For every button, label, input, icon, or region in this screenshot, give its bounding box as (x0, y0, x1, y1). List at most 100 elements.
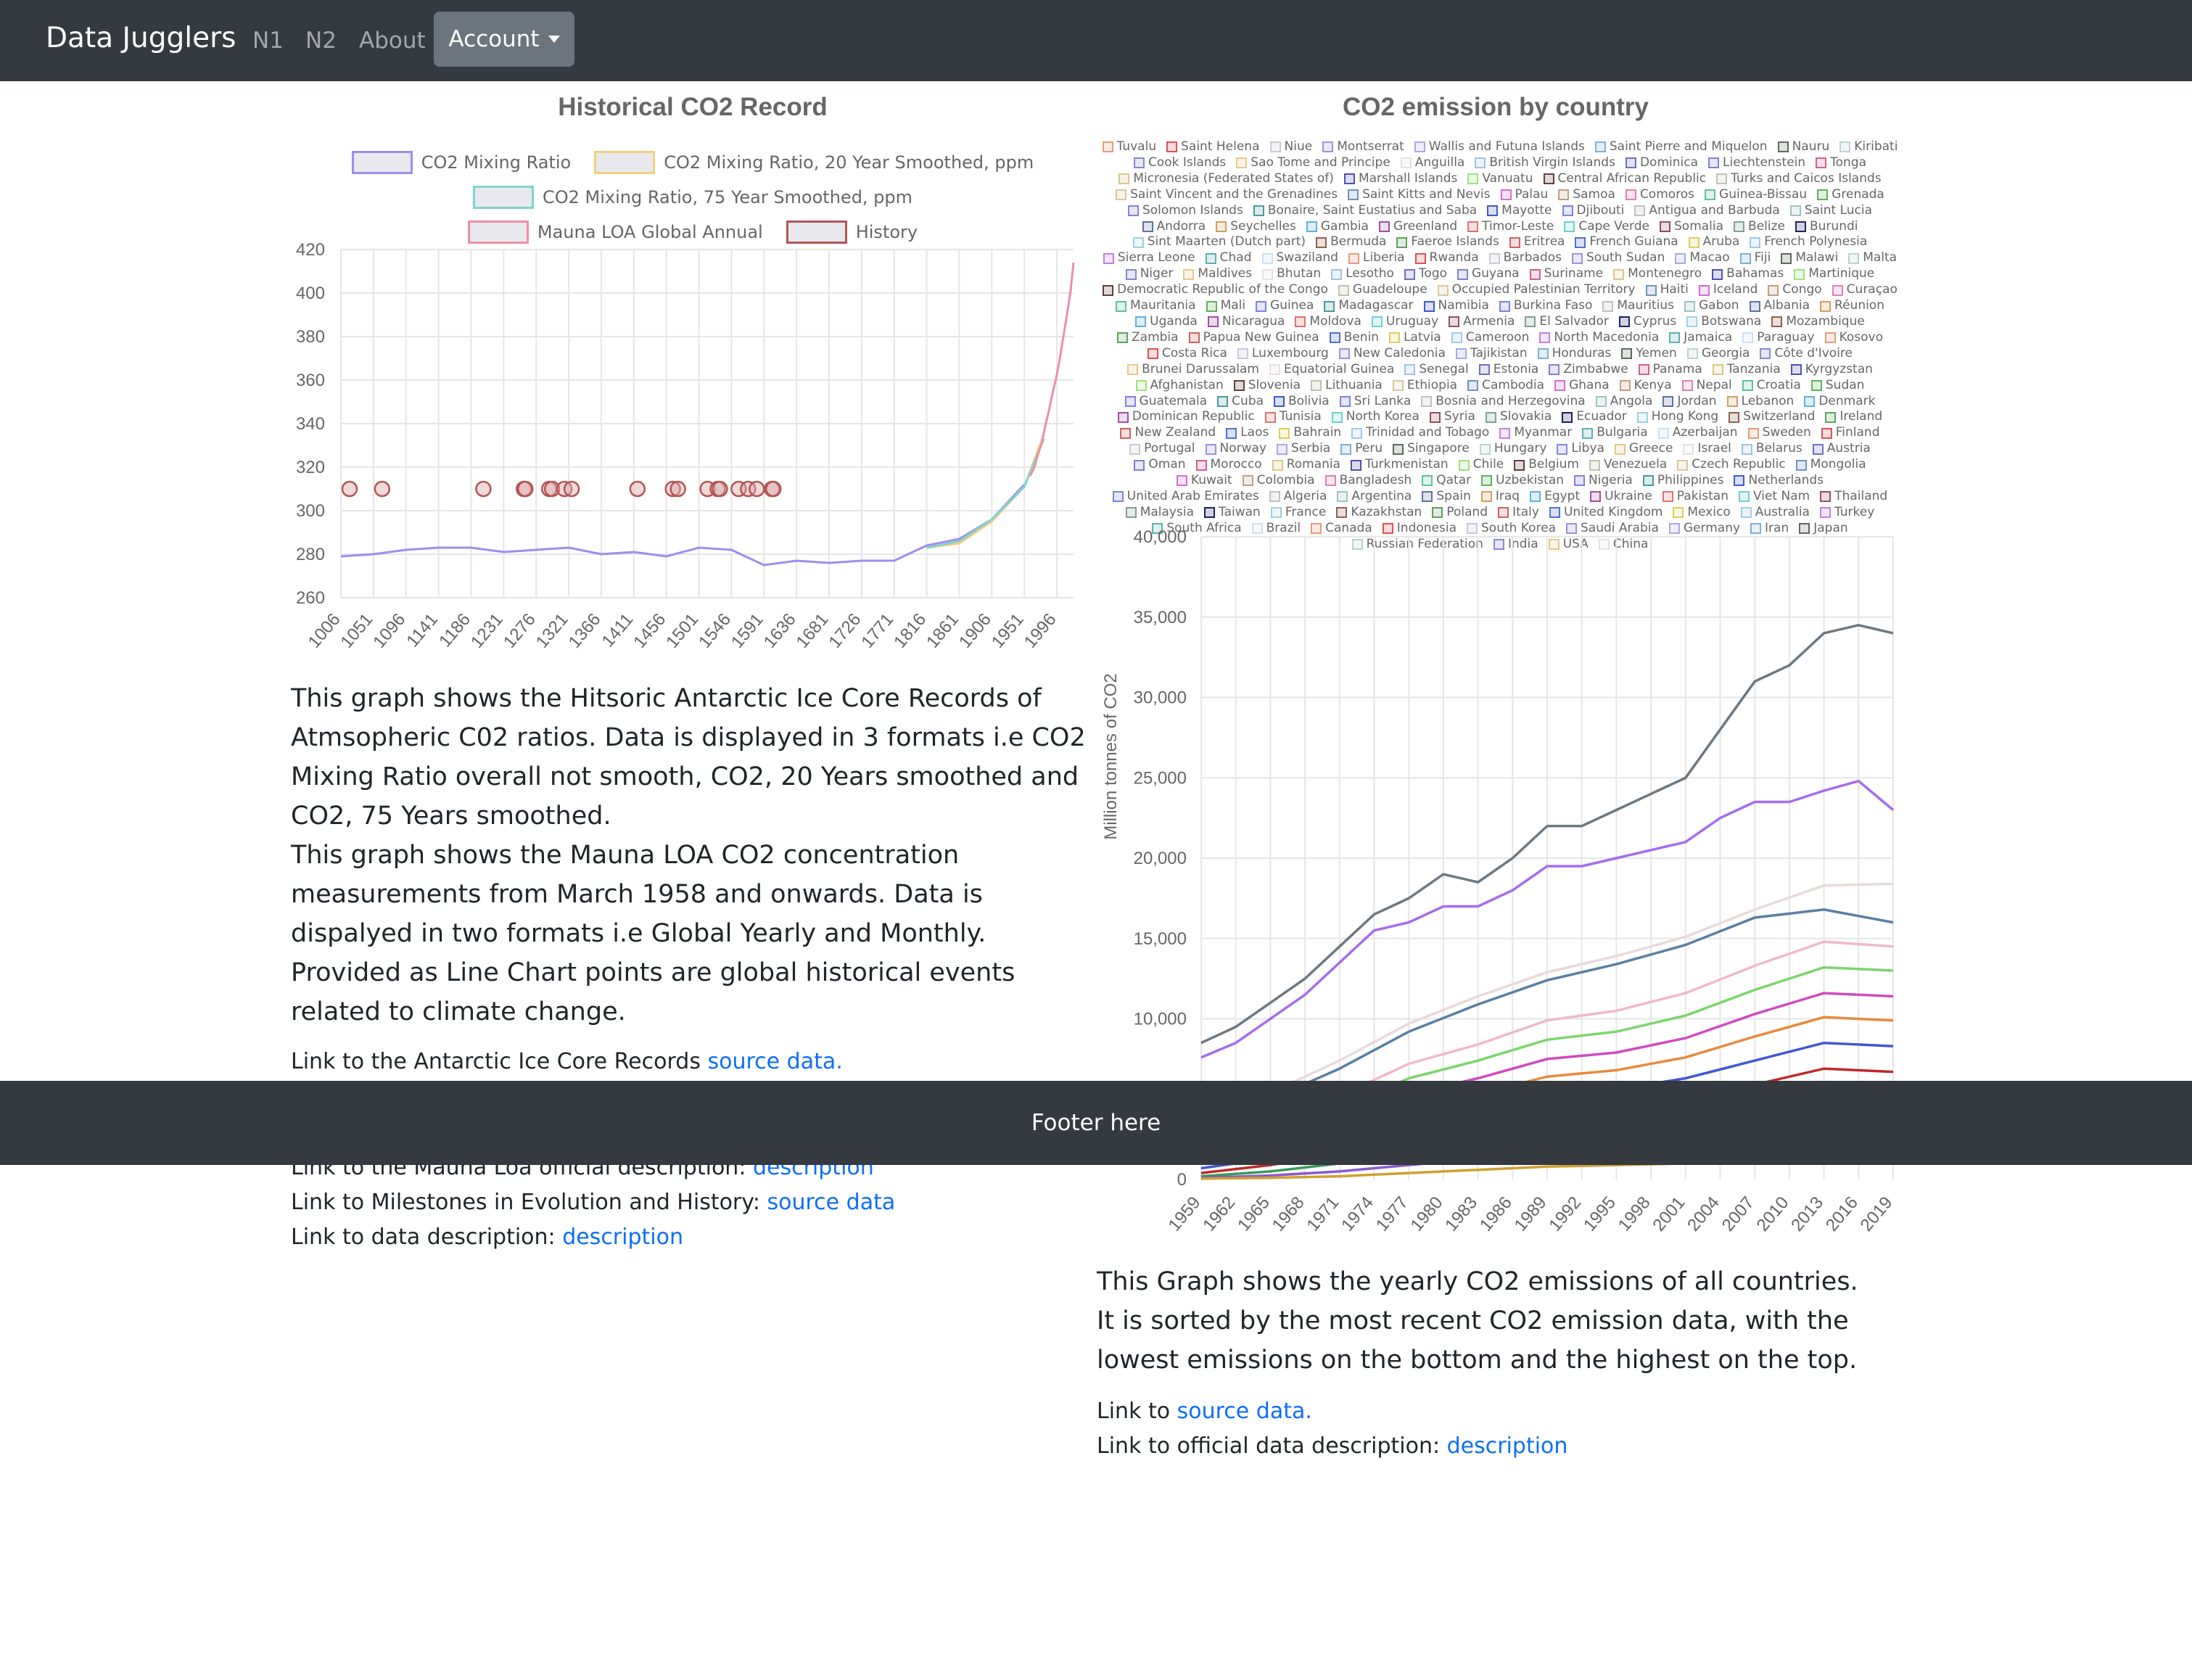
legend-item[interactable]: Saint Kitts and Nevis (1348, 187, 1491, 203)
legend-item[interactable]: CO2 Mixing Ratio, 20 Year Smoothed, ppm (594, 151, 1034, 174)
legend-item[interactable]: Tuvalu (1102, 139, 1156, 155)
legend-item[interactable]: Qatar (1422, 473, 1471, 489)
legend-item[interactable]: Finland (1821, 425, 1880, 441)
legend-item[interactable]: Costa Rica (1147, 346, 1227, 362)
legend-item[interactable]: Libya (1557, 441, 1604, 457)
legend-item[interactable]: CO2 Mixing Ratio, 75 Year Smoothed, ppm (472, 186, 912, 209)
legend-item[interactable]: Eritrea (1509, 234, 1565, 250)
legend-item[interactable]: Liberia (1348, 250, 1405, 266)
legend-item[interactable]: Turkmenistan (1351, 457, 1449, 473)
legend-item[interactable]: Greenland (1378, 219, 1457, 235)
legend-item[interactable]: Tanzania (1712, 362, 1781, 378)
legend-item[interactable]: Slovakia (1485, 409, 1552, 425)
legend-item[interactable]: Czech Republic (1677, 457, 1786, 473)
legend-item[interactable]: Egypt (1530, 489, 1580, 505)
legend-item[interactable]: Montserrat (1322, 139, 1404, 155)
legend-item[interactable]: Grenada (1817, 187, 1884, 203)
legend-item[interactable]: Serbia (1277, 441, 1330, 457)
legend-item[interactable]: Lesotho (1331, 266, 1394, 282)
legend-item[interactable]: Guyana (1457, 266, 1520, 282)
legend-item[interactable]: United Kingdom (1549, 505, 1662, 521)
legend-item[interactable]: Afghanistan (1135, 378, 1224, 394)
legend-item[interactable]: Paraguay (1742, 330, 1815, 346)
legend-item[interactable]: Rwanda (1414, 250, 1479, 266)
nav-link-n1[interactable]: N1 (252, 28, 284, 54)
legend-item[interactable]: Dominican Republic (1117, 409, 1255, 425)
legend-item[interactable]: Chile (1458, 457, 1504, 473)
legend-item[interactable]: Mongolia (1795, 457, 1866, 473)
legend-item[interactable]: Moldova (1295, 314, 1361, 330)
legend-item[interactable]: Djibouti (1562, 203, 1624, 219)
legend-item[interactable]: Kenya (1619, 378, 1672, 394)
legend-item[interactable]: Lithuania (1311, 378, 1383, 394)
account-dropdown-button[interactable]: Account (434, 12, 574, 67)
legend-item[interactable]: Wallis and Futuna Islands (1414, 139, 1585, 155)
legend-item[interactable]: Guadeloupe (1338, 282, 1427, 298)
legend-item[interactable]: Namibia (1423, 298, 1489, 314)
legend-item[interactable]: Bangladesh (1324, 473, 1412, 489)
legend-item[interactable]: Saint Lucia (1789, 203, 1872, 219)
legend-item[interactable]: Morocco (1195, 457, 1262, 473)
legend-item[interactable]: Anguilla (1400, 155, 1464, 171)
emission-source-link[interactable]: source data. (1177, 1399, 1312, 1424)
legend-item[interactable]: Côte d'Ivoire (1760, 346, 1853, 362)
legend-item[interactable]: Réunion (1820, 298, 1884, 314)
legend-item[interactable]: Dominica (1625, 155, 1698, 171)
legend-item[interactable]: Brunei Darussalam (1127, 362, 1259, 378)
legend-item[interactable]: Kuwait (1176, 473, 1232, 489)
legend-item[interactable]: Mauritania (1115, 298, 1196, 314)
legend-item[interactable]: Macao (1675, 250, 1730, 266)
legend-item[interactable]: Martinique (1794, 266, 1874, 282)
legend-item[interactable]: Benin (1329, 330, 1379, 346)
legend-item[interactable]: Kyrgyzstan (1790, 362, 1873, 378)
legend-item[interactable]: Spain (1422, 489, 1471, 505)
legend-item[interactable]: Zambia (1117, 330, 1179, 346)
legend-item[interactable]: Slovenia (1233, 378, 1301, 394)
legend-item[interactable]: Tonga (1816, 155, 1866, 171)
legend-item[interactable]: Azerbaijan (1657, 425, 1738, 441)
legend-item[interactable]: Mauritius (1602, 298, 1674, 314)
legend-item[interactable]: Uruguay (1371, 314, 1438, 330)
legend-item[interactable]: British Virgin Islands (1475, 155, 1615, 171)
legend-item[interactable]: Zimbabwe (1549, 362, 1628, 378)
legend-item[interactable]: Guinea (1256, 298, 1314, 314)
legend-item[interactable]: Kazakhstan (1336, 505, 1422, 521)
legend-item[interactable]: Mexico (1673, 505, 1731, 521)
legend-item[interactable]: Greece (1614, 441, 1673, 457)
legend-item[interactable]: Colombia (1242, 473, 1315, 489)
legend-item[interactable]: Venezuela (1589, 457, 1667, 473)
legend-item[interactable]: United Arab Emirates (1112, 489, 1259, 505)
legend-item[interactable]: Uganda (1135, 314, 1198, 330)
legend-item[interactable]: Estonia (1478, 362, 1538, 378)
legend-item[interactable]: Liechtenstein (1708, 155, 1805, 171)
legend-item[interactable]: Faeroe Islands (1396, 234, 1499, 250)
legend-item[interactable]: Hong Kong (1636, 409, 1718, 425)
legend-item[interactable]: Bermuda (1316, 234, 1386, 250)
legend-item[interactable]: Bolivia (1274, 394, 1330, 410)
legend-item[interactable]: Syria (1429, 409, 1475, 425)
legend-item[interactable]: Nauru (1777, 139, 1829, 155)
legend-item[interactable]: Israel (1683, 441, 1731, 457)
legend-item[interactable]: Trinidad and Tobago (1351, 425, 1489, 441)
legend-item[interactable]: South Sudan (1572, 250, 1665, 266)
legend-item[interactable]: Turkey (1819, 505, 1874, 521)
legend-item[interactable]: Niger (1125, 266, 1173, 282)
legend-item[interactable]: Turks and Caicos Islands (1716, 171, 1882, 187)
legend-item[interactable]: Lebanon (1726, 394, 1794, 410)
legend-item[interactable]: Burundi (1795, 219, 1858, 235)
legend-item[interactable]: Saint Vincent and the Grenadines (1116, 187, 1338, 203)
legend-item[interactable]: Yemen (1621, 346, 1677, 362)
legend-item[interactable]: Norway (1205, 441, 1266, 457)
legend-item[interactable]: Jamaica (1669, 330, 1732, 346)
legend-item[interactable]: Central African Republic (1543, 171, 1706, 187)
legend-item[interactable]: Croatia (1742, 378, 1801, 394)
legend-item[interactable]: Chad (1205, 250, 1252, 266)
legend-item[interactable]: Honduras (1537, 346, 1611, 362)
legend-item[interactable]: Fiji (1739, 250, 1771, 266)
legend-item[interactable]: Cyprus (1618, 314, 1676, 330)
legend-item[interactable]: Iceland (1698, 282, 1758, 298)
legend-item[interactable]: Belize (1734, 219, 1785, 235)
legend-item[interactable]: CO2 Mixing Ratio (351, 151, 571, 174)
legend-item[interactable]: Sweden (1747, 425, 1811, 441)
legend-item[interactable]: Comoros (1625, 187, 1694, 203)
